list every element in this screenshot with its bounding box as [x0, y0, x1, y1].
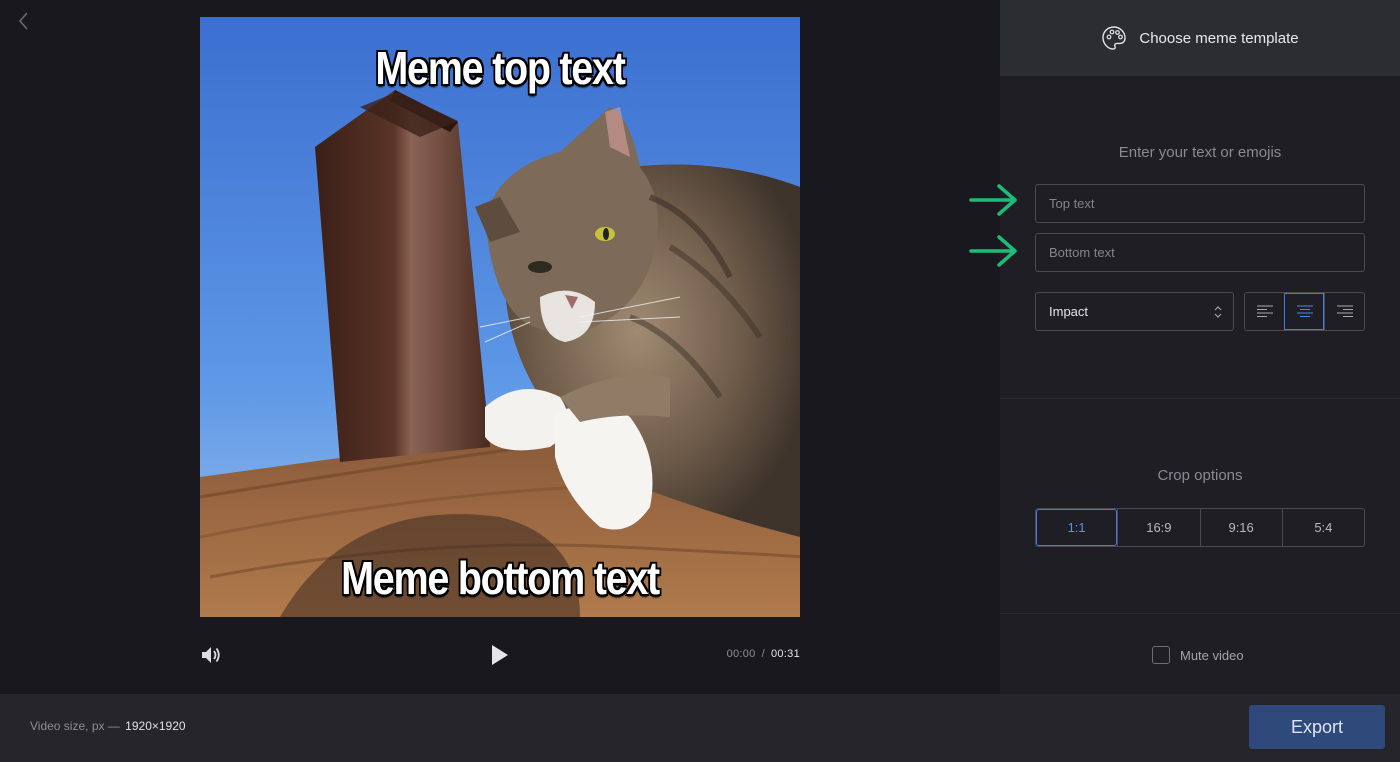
select-caret-icon: [1214, 306, 1222, 318]
crop-option-9-16[interactable]: 9:16: [1199, 509, 1282, 546]
mute-section: Mute video: [1000, 615, 1400, 694]
play-button[interactable]: [490, 643, 510, 667]
editor-stage: Meme top text Meme bottom text 00:00/00:…: [0, 0, 1000, 694]
arrow-right-icon: [969, 184, 1017, 216]
time-display: 00:00 / 00:31: [727, 648, 800, 660]
align-center-button[interactable]: [1284, 293, 1324, 330]
arrow-right-icon: [969, 235, 1017, 267]
back-button[interactable]: [12, 9, 36, 33]
text-section-title: Enter your text or emojis: [1118, 144, 1282, 161]
bottom-text-input[interactable]: [1035, 233, 1365, 272]
export-button[interactable]: Export: [1249, 705, 1385, 749]
meme-editor-app: Meme top text Meme bottom text 00:00/00:…: [0, 0, 1400, 762]
align-left-icon: [1256, 304, 1273, 317]
footer-bar: Video size, px — 1920×1920 Export: [0, 694, 1400, 762]
mute-video-checkbox[interactable]: Mute video: [1152, 646, 1244, 664]
video-size-info: Video size, px — 1920×1920: [30, 719, 186, 733]
mute-video-label: Mute video: [1180, 647, 1244, 663]
volume-button[interactable]: [200, 644, 222, 666]
crop-option-16-9[interactable]: 16:9: [1117, 509, 1199, 546]
crop-options-group: 1:1 16:9 9:16 5:4: [1035, 508, 1365, 547]
cat-photo: [200, 17, 800, 617]
palette-icon: [1102, 26, 1127, 50]
player-controls: 00:00 / 00:31: [200, 638, 800, 672]
align-right-button[interactable]: [1324, 293, 1364, 330]
top-text-input[interactable]: [1035, 184, 1365, 223]
font-select-value: Impact: [1049, 304, 1089, 319]
video-size-value: 1920×1920: [125, 719, 186, 733]
video-size-label: Video size, px —: [30, 719, 120, 733]
chevron-left-icon: [18, 12, 28, 30]
align-center-icon: [1296, 304, 1313, 317]
checkbox-box[interactable]: [1152, 646, 1170, 664]
choose-template-label: Choose meme template: [1139, 29, 1299, 47]
align-right-icon: [1336, 304, 1353, 317]
settings-panel: Choose meme template Enter your text or …: [1000, 0, 1400, 694]
play-icon: [492, 645, 508, 665]
crop-section-title: Crop options: [1157, 467, 1243, 484]
speaker-icon: [202, 647, 220, 663]
align-left-button[interactable]: [1245, 293, 1284, 330]
total-time: 00:31: [770, 648, 800, 660]
crop-option-1-1[interactable]: 1:1: [1036, 509, 1118, 546]
meme-bottom-text: Meme bottom text: [341, 552, 660, 604]
video-preview[interactable]: Meme top text Meme bottom text: [200, 17, 800, 617]
text-alignment-group: [1244, 292, 1365, 331]
time-separator: /: [761, 648, 765, 660]
text-section: Enter your text or emojis Impact: [1000, 76, 1400, 399]
meme-top-text: Meme top text: [375, 42, 625, 94]
font-select[interactable]: Impact: [1035, 292, 1234, 331]
choose-template-button[interactable]: Choose meme template: [1000, 0, 1400, 76]
crop-section: Crop options 1:1 16:9 9:16 5:4: [1000, 400, 1400, 614]
crop-option-5-4[interactable]: 5:4: [1281, 509, 1364, 546]
current-time: 00:00: [726, 648, 756, 660]
